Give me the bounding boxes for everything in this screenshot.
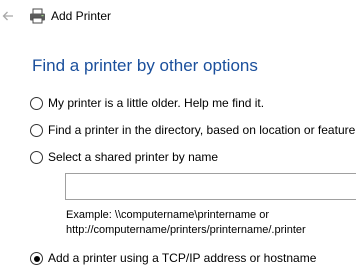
page-heading: Find a printer by other options (32, 56, 258, 75)
radio-tcpip[interactable] (30, 252, 43, 265)
option-shared-by-name-label[interactable]: Select a shared printer by name (48, 149, 218, 165)
example-line-2: http://computername/printers/printername… (66, 224, 306, 236)
option-directory-label[interactable]: Find a printer in the directory, based o… (48, 122, 355, 138)
radio-shared-by-name[interactable] (30, 151, 43, 164)
shared-printer-name-input[interactable] (65, 173, 356, 200)
option-older-printer-label[interactable]: My printer is a little older. Help me fi… (48, 95, 264, 111)
add-printer-window: Add Printer Find a printer by other opti… (0, 0, 356, 272)
example-line-1: Example: \\computername\printername or (66, 209, 269, 221)
example-text: Example: \\computername\printername or h… (66, 208, 306, 238)
window-title: Add Printer (51, 9, 112, 23)
option-tcpip-label[interactable]: Add a printer using a TCP/IP address or … (48, 250, 316, 266)
title-bar: Add Printer (0, 0, 356, 32)
printer-icon (29, 8, 46, 24)
back-arrow-icon[interactable] (1, 9, 15, 23)
radio-older-printer[interactable] (30, 97, 43, 110)
radio-directory[interactable] (30, 124, 43, 137)
